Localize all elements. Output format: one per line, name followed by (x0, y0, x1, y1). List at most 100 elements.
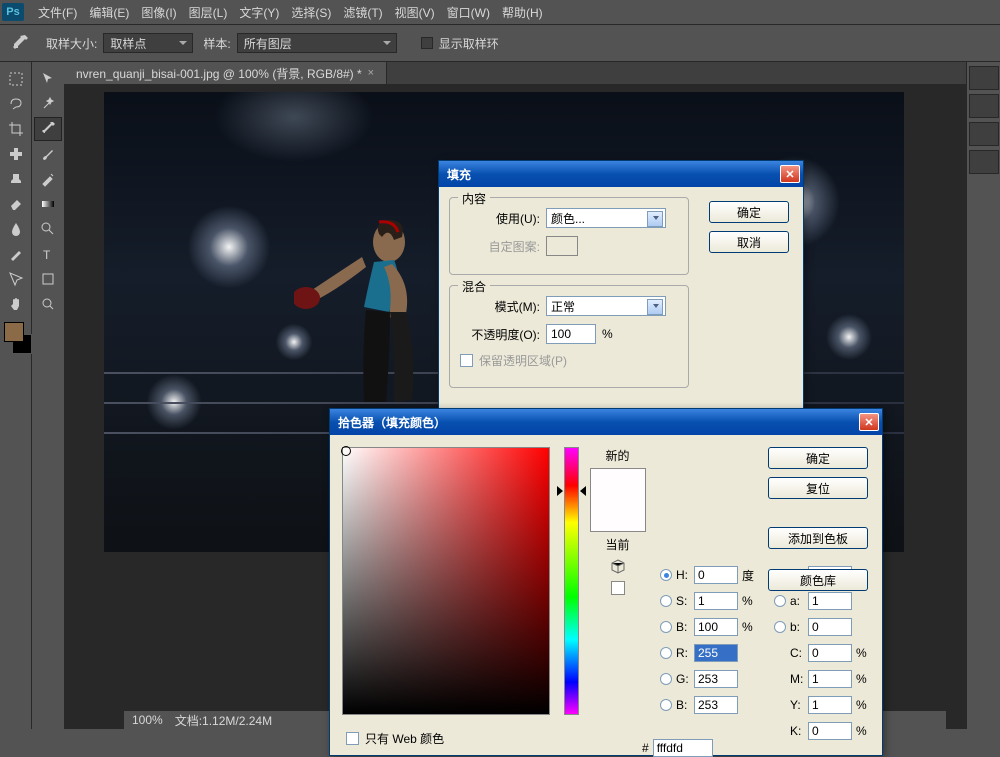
document-title: nvren_quanji_bisai-001.jpg @ 100% (背景, R… (76, 65, 362, 82)
menu-edit[interactable]: 编辑(E) (83, 1, 135, 24)
s-input[interactable]: 1 (694, 592, 738, 610)
color-preview (590, 468, 646, 532)
menu-view[interactable]: 视图(V) (389, 1, 441, 24)
warning-swatch[interactable] (611, 581, 625, 595)
preserve-label: 保留透明区域(P) (479, 352, 567, 369)
toolbox-right-col: T (32, 62, 64, 729)
hash-label: # (642, 741, 649, 755)
mode-combo[interactable]: 正常 (546, 296, 666, 316)
document-tabs: nvren_quanji_bisai-001.jpg @ 100% (背景, R… (64, 62, 966, 84)
stamp-tool[interactable] (2, 167, 30, 191)
opacity-input[interactable]: 100 (546, 324, 596, 344)
history-brush-tool[interactable] (34, 167, 62, 191)
panel-icon[interactable] (969, 66, 999, 90)
show-ring-checkbox[interactable] (421, 37, 433, 49)
hue-slider[interactable] (564, 447, 579, 715)
bv-radio[interactable] (660, 621, 672, 633)
hand-tool[interactable] (2, 292, 30, 316)
blur-tool[interactable] (2, 217, 30, 241)
cube-icon[interactable] (610, 559, 626, 575)
sample-label: 样本: (203, 35, 230, 52)
crop-tool[interactable] (2, 117, 30, 141)
y-input[interactable]: 1 (808, 696, 852, 714)
pen-tool[interactable] (2, 242, 30, 266)
preserve-checkbox[interactable] (460, 354, 473, 367)
fill-dialog: 填充 ✕ 确定 取消 内容 使用(U): 颜色... 自定图案: 混合 模式(M… (438, 160, 804, 409)
path-tool[interactable] (2, 267, 30, 291)
menu-help[interactable]: 帮助(H) (496, 1, 549, 24)
menu-window[interactable]: 窗口(W) (441, 1, 496, 24)
close-icon[interactable]: ✕ (780, 165, 800, 183)
libraries-button[interactable]: 颜色库 (768, 569, 868, 591)
pattern-label: 自定图案: (460, 238, 540, 255)
eraser-tool[interactable] (2, 192, 30, 216)
b-radio[interactable] (774, 621, 786, 633)
fill-titlebar[interactable]: 填充 ✕ (439, 161, 803, 187)
app-logo: Ps (2, 3, 24, 21)
k-input[interactable]: 0 (808, 722, 852, 740)
magic-wand-tool[interactable] (34, 92, 62, 116)
color-swatches[interactable] (4, 322, 32, 354)
picker-title: 拾色器（填充颜色） (338, 414, 446, 431)
toolbox-left (0, 62, 32, 729)
eyedropper-tool[interactable] (34, 117, 62, 141)
menu-filter[interactable]: 滤镜(T) (337, 1, 388, 24)
close-icon[interactable]: ✕ (859, 413, 879, 431)
menu-select[interactable]: 选择(S) (285, 1, 337, 24)
ok-button[interactable]: 确定 (709, 201, 789, 223)
use-label: 使用(U): (460, 210, 540, 227)
a-input[interactable]: 1 (808, 592, 852, 610)
g-radio[interactable] (660, 673, 672, 685)
picker-titlebar[interactable]: 拾色器（填充颜色） ✕ (330, 409, 882, 435)
ok-button[interactable]: 确定 (768, 447, 868, 469)
type-tool[interactable]: T (34, 242, 62, 266)
hex-input[interactable]: fffdfd (653, 739, 713, 757)
saturation-value-box[interactable] (342, 447, 550, 715)
sample-select[interactable]: 所有图层 (237, 33, 397, 53)
bv-input[interactable]: 100 (694, 618, 738, 636)
r-radio[interactable] (660, 647, 672, 659)
menu-layer[interactable]: 图层(L) (183, 1, 234, 24)
menu-image[interactable]: 图像(I) (135, 1, 182, 24)
h-radio[interactable] (660, 569, 672, 581)
marquee-tool[interactable] (2, 67, 30, 91)
add-swatch-button[interactable]: 添加到色板 (768, 527, 868, 549)
s-radio[interactable] (660, 595, 672, 607)
lasso-tool[interactable] (2, 92, 30, 116)
reset-button[interactable]: 复位 (768, 477, 868, 499)
panel-icon[interactable] (969, 122, 999, 146)
bb-radio[interactable] (660, 699, 672, 711)
b-input[interactable]: 0 (808, 618, 852, 636)
g-input[interactable]: 253 (694, 670, 738, 688)
bb-input[interactable]: 253 (694, 696, 738, 714)
a-radio[interactable] (774, 595, 786, 607)
gradient-tool[interactable] (34, 192, 62, 216)
h-input[interactable]: 0 (694, 566, 738, 584)
c-input[interactable]: 0 (808, 644, 852, 662)
document-tab[interactable]: nvren_quanji_bisai-001.jpg @ 100% (背景, R… (64, 62, 387, 84)
spot-heal-tool[interactable] (2, 142, 30, 166)
panel-icon[interactable] (969, 94, 999, 118)
zoom-level[interactable]: 100% (132, 713, 163, 727)
brush-tool[interactable] (34, 142, 62, 166)
menu-file[interactable]: 文件(F) (32, 1, 83, 24)
r-input[interactable]: 255 (694, 644, 738, 662)
close-icon[interactable]: × (368, 67, 374, 79)
zoom-tool[interactable] (34, 292, 62, 316)
web-only-label: 只有 Web 颜色 (365, 730, 444, 747)
mode-label: 模式(M): (460, 298, 540, 315)
shape-tool[interactable] (34, 267, 62, 291)
opacity-label: 不透明度(O): (460, 326, 540, 343)
web-only-checkbox[interactable] (346, 732, 359, 745)
sample-size-select[interactable]: 取样点 (103, 33, 193, 53)
move-tool[interactable] (34, 67, 62, 91)
menu-type[interactable]: 文字(Y) (233, 1, 285, 24)
panel-icon[interactable] (969, 150, 999, 174)
menu-bar: Ps 文件(F) 编辑(E) 图像(I) 图层(L) 文字(Y) 选择(S) 滤… (0, 0, 1000, 24)
m-input[interactable]: 1 (808, 670, 852, 688)
content-legend: 内容 (458, 190, 490, 207)
use-combo[interactable]: 颜色... (546, 208, 666, 228)
dodge-tool[interactable] (34, 217, 62, 241)
sv-cursor (341, 446, 351, 456)
cancel-button[interactable]: 取消 (709, 231, 789, 253)
